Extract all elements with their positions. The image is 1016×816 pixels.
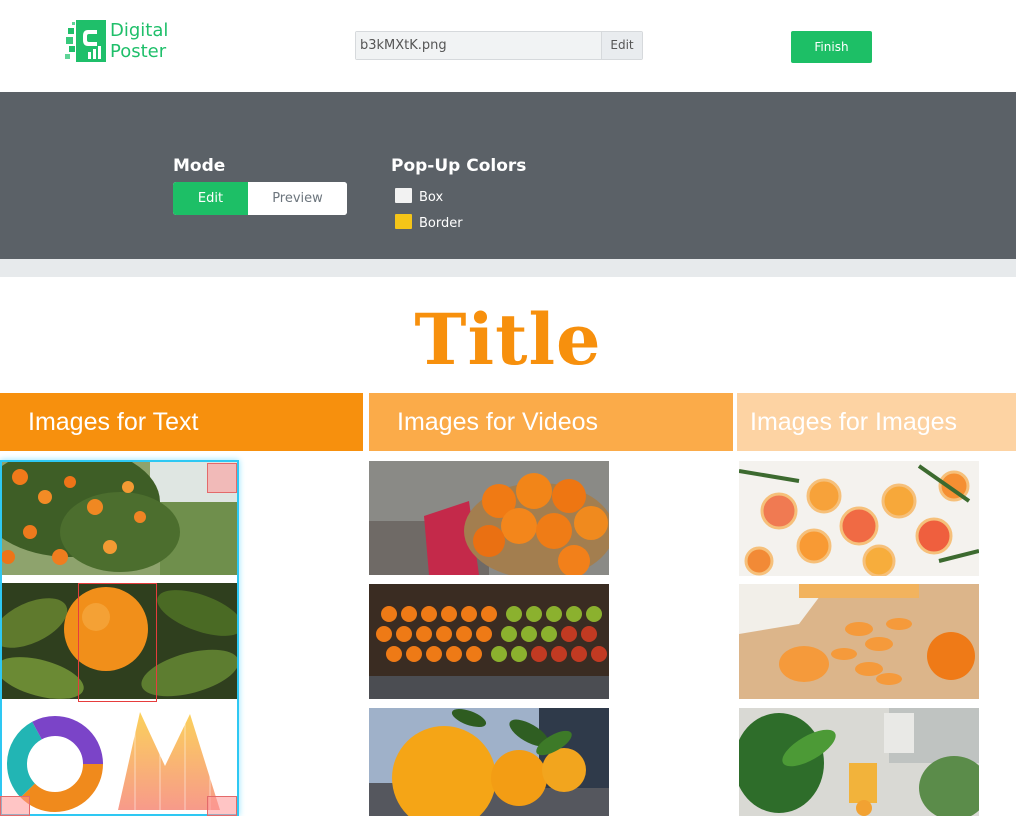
digital-poster-logo-icon (65, 20, 106, 62)
mode-edit-button[interactable]: Edit (173, 182, 248, 215)
logo-text: Digital Poster (110, 20, 168, 62)
finish-button[interactable]: Finish (791, 31, 872, 63)
border-color-swatch[interactable] (395, 214, 412, 229)
hotspot-box[interactable] (78, 583, 157, 702)
oranges-basket-image[interactable] (369, 461, 609, 575)
resize-handle-bottom-left[interactable] (0, 796, 30, 816)
oranges-leaves-image[interactable] (369, 708, 609, 816)
resize-handle-bottom-right[interactable] (207, 796, 237, 816)
mode-toggle: Edit Preview (173, 182, 347, 215)
app-logo[interactable]: Digital Poster (64, 18, 174, 66)
kitchen-juice-image[interactable] (739, 708, 979, 816)
control-panel: Mode Edit Preview Pop-Up Colors Box Bord… (0, 92, 1016, 259)
citrus-slices-image[interactable] (739, 461, 979, 576)
popup-colors-label: Pop-Up Colors (391, 156, 527, 176)
poster-title[interactable]: Title (0, 300, 1016, 380)
peeled-tangerine-image[interactable] (739, 584, 979, 699)
top-bar: Digital Poster Edit Finish (0, 0, 1016, 92)
box-color-swatch[interactable] (395, 188, 412, 203)
file-edit-button[interactable]: Edit (601, 32, 642, 59)
box-color-label: Box (419, 190, 444, 205)
file-name-group: Edit (355, 31, 643, 60)
resize-handle-top-right[interactable] (207, 463, 237, 493)
market-stand-image[interactable] (369, 584, 609, 699)
panel-divider (0, 259, 1016, 277)
logo-text-line1: Digital (110, 20, 169, 41)
border-color-label: Border (419, 216, 463, 231)
column-heading-videos[interactable]: Images for Videos (369, 393, 733, 451)
logo-text-line2: Poster (110, 41, 167, 62)
column-heading-images[interactable]: Images for Images (737, 393, 1016, 451)
mode-label: Mode (173, 156, 226, 176)
file-name-input[interactable] (356, 32, 602, 59)
mode-preview-button[interactable]: Preview (248, 182, 347, 215)
column-heading-text[interactable]: Images for Text (0, 393, 363, 451)
